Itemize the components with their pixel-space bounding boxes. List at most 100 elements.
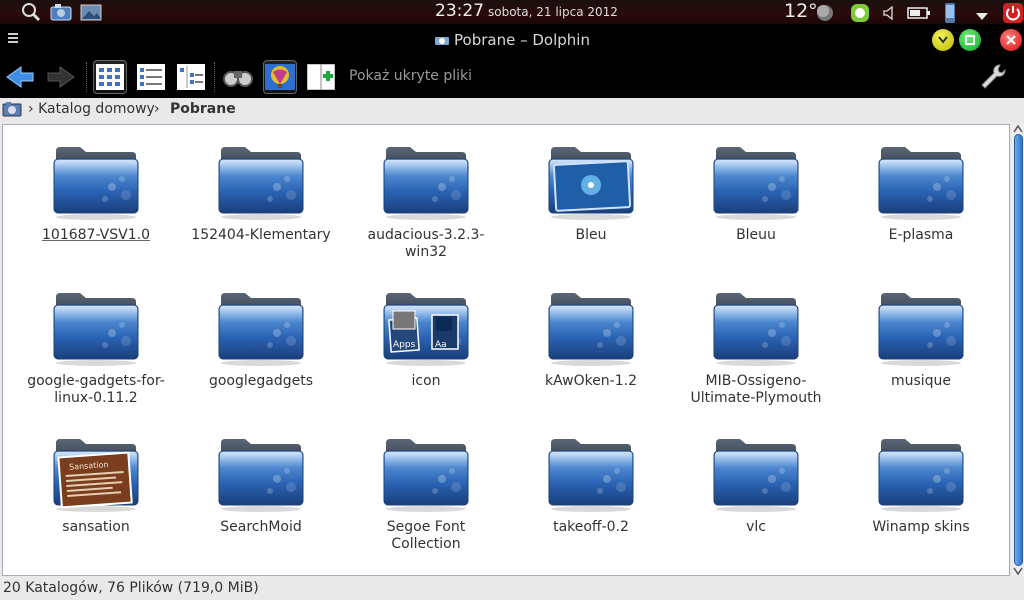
scrollbar-thumb[interactable] (1014, 134, 1023, 566)
file-view: 101687-VSV1.0 152404-Klementary audacious-… (0, 122, 1024, 578)
folder-label: googlegadgets (208, 373, 314, 389)
folder-item[interactable]: 152404-Klementary (186, 143, 336, 244)
folder-icon (50, 143, 142, 223)
folder-label: sansation (62, 519, 130, 535)
image-icon[interactable] (80, 2, 102, 22)
clock[interactable]: 23:27 (435, 1, 484, 21)
preview-button[interactable] (263, 60, 297, 94)
toolbar: Pokaż ukryte pliki (0, 56, 1024, 98)
folder-label: vlc (746, 519, 766, 535)
breadcrumb-home-label: Katalog domowy (38, 101, 155, 117)
folder-item[interactable]: vlc (681, 435, 831, 536)
folder-label: Segoe Font Collection (386, 519, 466, 552)
folder-icon (875, 143, 967, 223)
breadcrumb: › Katalog domowy › Pobrane (0, 98, 1024, 122)
folder-item[interactable]: E-plasma (846, 143, 996, 244)
folder-item[interactable]: 101687-VSV1.0 (21, 143, 171, 244)
evernote-icon[interactable] (849, 2, 871, 24)
folder-icon (50, 289, 142, 369)
folder-item[interactable]: audacious-3.2.3-win32 (351, 143, 501, 261)
folder-label: 152404-Klementary (191, 227, 331, 243)
weather-icon[interactable] (815, 3, 835, 23)
forward-button[interactable] (44, 60, 78, 94)
folder-label: MIB-Ossigeno-Ultimate-Plymouth (690, 373, 822, 406)
scroll-down-icon[interactable] (1013, 566, 1023, 576)
folder-label: Bleu (575, 227, 607, 243)
folder-item[interactable]: Bleu (516, 143, 666, 244)
find-button[interactable] (221, 60, 255, 94)
camera-icon (435, 37, 450, 45)
toolbar-separator (214, 62, 216, 92)
folder-item[interactable]: googlegadgets (186, 289, 336, 390)
minimize-button[interactable] (932, 29, 954, 51)
folder-item[interactable]: Sansation sansation (21, 435, 171, 536)
binoculars-icon (223, 71, 253, 87)
folder-label: icon (411, 373, 441, 389)
folder-item[interactable]: Bleuu (681, 143, 831, 244)
folder-icon (215, 143, 307, 223)
folder-item[interactable]: musique (846, 289, 996, 390)
breadcrumb-separator: › (154, 101, 160, 117)
folder-item[interactable]: Apps Aa icon (351, 289, 501, 390)
settings-button[interactable] (976, 60, 1010, 94)
folder-label: google-gadgets-for-linux-0.11.2 (27, 373, 165, 406)
split-view-button[interactable] (304, 60, 338, 94)
volume-icon[interactable] (881, 5, 897, 21)
folder-label: takeoff-0.2 (553, 519, 629, 535)
folder-icon (545, 435, 637, 515)
folder-icon (545, 143, 637, 223)
columns-view-button[interactable] (174, 60, 208, 94)
battery-icon[interactable] (907, 5, 931, 21)
show-hidden-files-button[interactable]: Pokaż ukryte pliki (349, 68, 472, 84)
folder-icon (710, 143, 802, 223)
folder-item[interactable]: takeoff-0.2 (516, 435, 666, 536)
folder-icon: Sansation (50, 435, 142, 515)
folder-icon (710, 435, 802, 515)
folder-label: SearchMoid (220, 519, 302, 535)
status-text: 20 Katalogów, 76 Plików (719,0 MiB) (3, 580, 259, 596)
folder-label: 101687-VSV1.0 (42, 227, 150, 243)
folder-label: E-plasma (888, 227, 954, 243)
title-bar[interactable]: Pobrane – Dolphin (0, 24, 1024, 56)
folder-item[interactable]: Winamp skins (846, 435, 996, 536)
icon-grid[interactable]: 101687-VSV1.0 152404-Klementary audacious-… (2, 124, 1010, 576)
toolbar-separator (86, 62, 88, 92)
balloon-picture-icon (265, 64, 295, 90)
aa-preview-text: Aa (435, 340, 447, 350)
folder-icon (545, 289, 637, 369)
icons-view-button[interactable] (93, 60, 127, 94)
phone-icon[interactable] (943, 2, 957, 24)
status-bar: 20 Katalogów, 76 Plików (719,0 MiB) (0, 578, 1024, 600)
power-icon[interactable] (1002, 2, 1024, 24)
folder-item[interactable]: kAwOken-1.2 (516, 289, 666, 390)
vertical-scrollbar[interactable] (1012, 124, 1024, 576)
folder-label: Bleuu (736, 227, 776, 243)
scroll-up-icon[interactable] (1013, 124, 1023, 134)
details-view-button[interactable] (134, 60, 168, 94)
folder-icon (380, 435, 472, 515)
folder-icon (380, 143, 472, 223)
home-icon[interactable] (2, 101, 22, 121)
wrench-icon (981, 64, 1006, 89)
folder-icon (875, 435, 967, 515)
folder-label: audacious-3.2.3-win32 (367, 227, 485, 260)
search-icon[interactable] (20, 2, 42, 22)
folder-label: musique (890, 373, 952, 389)
camera-icon[interactable] (50, 2, 72, 22)
window-title: Pobrane – Dolphin (0, 31, 1024, 49)
apps-preview-text: Apps (393, 340, 416, 350)
folder-item[interactable]: google-gadgets-for-linux-0.11.2 (21, 289, 171, 407)
window-title-text: Pobrane – Dolphin (454, 31, 590, 49)
temperature[interactable]: 12° (784, 0, 818, 22)
breadcrumb-current[interactable]: Pobrane (170, 101, 236, 117)
chevron-down-icon[interactable] (974, 7, 990, 20)
date[interactable]: sobota, 21 lipca 2012 (488, 5, 618, 19)
maximize-button[interactable] (959, 29, 981, 51)
folder-item[interactable]: SearchMoid (186, 435, 336, 536)
back-button[interactable] (3, 60, 37, 94)
folder-item[interactable]: MIB-Ossigeno-Ultimate-Plymouth (681, 289, 831, 407)
breadcrumb-home[interactable]: › Katalog domowy (28, 101, 155, 117)
folder-item[interactable]: Segoe Font Collection (351, 435, 501, 553)
folder-icon (215, 289, 307, 369)
close-button[interactable] (1000, 29, 1022, 51)
